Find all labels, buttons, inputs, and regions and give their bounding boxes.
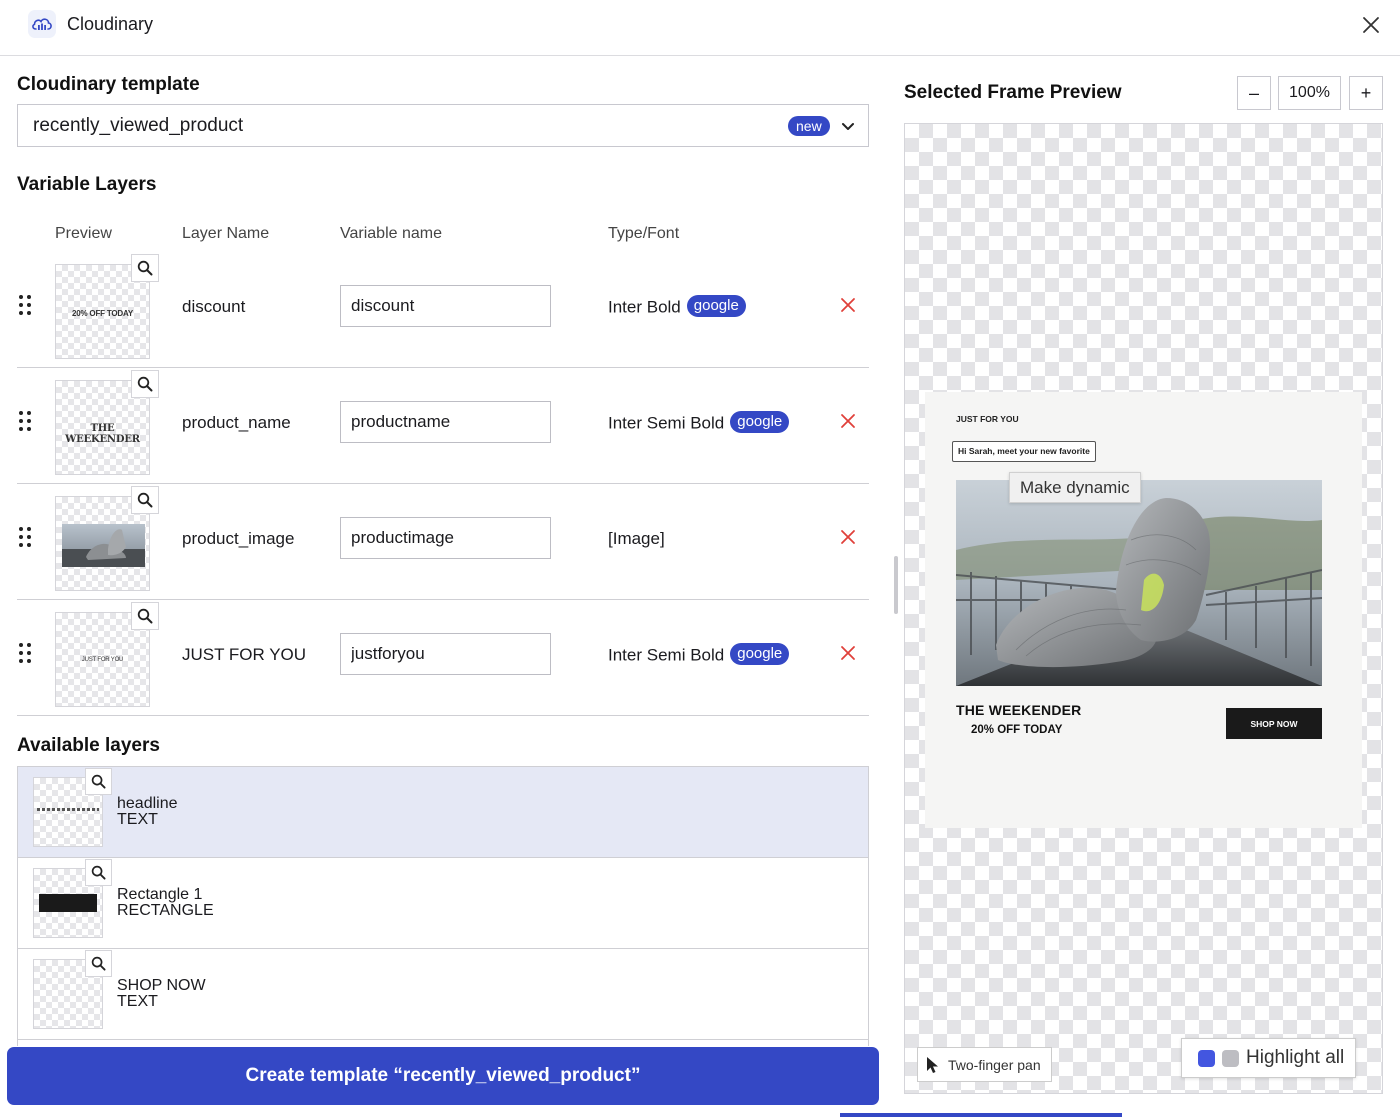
panel-resize-handle[interactable] (894, 556, 898, 614)
search-icon (137, 376, 153, 392)
close-button[interactable] (1356, 10, 1386, 40)
remove-icon[interactable] (839, 412, 857, 430)
preview-zoom-button[interactable] (131, 370, 159, 398)
zoom-out-button[interactable]: – (1237, 76, 1271, 110)
chevron-down-icon (842, 123, 854, 130)
zoom-in-button[interactable]: + (1349, 76, 1383, 110)
preview-zoom-button[interactable] (85, 768, 112, 795)
frame-product-image[interactable] (956, 480, 1322, 686)
scroll-indicator (840, 1113, 1122, 1117)
gray-swatch (1222, 1049, 1239, 1067)
zoom-level: 100% (1278, 76, 1341, 110)
layer-type: TEXT (117, 993, 158, 1010)
layer-name: discount (182, 297, 246, 316)
highlight-all-label: Highlight all (1246, 1047, 1345, 1068)
search-icon (137, 260, 153, 276)
preview-zoom-button[interactable] (131, 486, 159, 514)
variable-name-input[interactable] (340, 517, 551, 559)
create-template-button[interactable]: Create template “recently_viewed_product… (7, 1047, 879, 1105)
font-name: Inter Semi Bold (608, 645, 725, 665)
thumbnail-text-lines (37, 808, 99, 811)
variable-layer-row: 20% OFF TODAY discount Inter Boldgoogle (17, 252, 869, 368)
column-header-preview: Preview (55, 225, 112, 242)
column-header-variable-name: Variable name (340, 225, 442, 242)
preview-zoom-button[interactable] (131, 254, 159, 282)
variable-name-input[interactable] (340, 401, 551, 443)
drag-handle-icon[interactable] (17, 526, 33, 548)
frame-headline-text[interactable]: Hi Sarah, meet your new favorite (952, 441, 1096, 462)
template-config-panel: Cloudinary template recently_viewed_prod… (0, 57, 885, 1117)
thumbnail-text: 20% OFF TODAY (72, 309, 133, 318)
pan-mode-indicator[interactable]: Two-finger pan (917, 1047, 1052, 1082)
layer-name: product_name (182, 413, 291, 432)
google-badge: google (686, 295, 746, 317)
cursor-arrow-icon (927, 1056, 938, 1073)
pan-label: Two-finger pan (948, 1056, 1041, 1073)
layer-type: TEXT (117, 811, 158, 828)
font-name: Inter Semi Bold (608, 413, 725, 433)
search-icon (137, 608, 153, 624)
frame-preview: JUST FOR YOU Hi Sarah, meet your new fav… (925, 392, 1362, 828)
frame-discount-text[interactable]: 20% OFF TODAY (971, 724, 1062, 736)
make-dynamic-tooltip[interactable]: Make dynamic (1009, 472, 1141, 503)
layer-font: Inter Bold google (608, 295, 746, 319)
variable-name-input[interactable] (340, 633, 551, 675)
drag-handle-icon[interactable] (17, 294, 33, 316)
google-badge: google (730, 411, 790, 433)
font-name: Inter Bold (608, 297, 681, 317)
list-item[interactable]: SHOP NOW TEXT (18, 949, 868, 1040)
search-icon (137, 492, 153, 508)
preview-title: Selected Frame Preview (904, 82, 1122, 103)
layer-font: Inter Semi Bold google (608, 643, 790, 667)
template-select-value: recently_viewed_product (33, 115, 244, 136)
remove-icon[interactable] (839, 296, 857, 314)
highlight-all-button[interactable]: Highlight all (1181, 1038, 1356, 1078)
variable-name-input[interactable] (340, 285, 551, 327)
close-icon (1363, 17, 1379, 33)
layer-name: JUST FOR YOU (182, 645, 307, 664)
search-icon (91, 865, 106, 880)
app-title: Cloudinary (67, 14, 154, 34)
font-name: [Image] (608, 529, 665, 548)
list-item[interactable]: headline TEXT (18, 767, 868, 858)
cloudinary-cloud-icon (28, 10, 56, 38)
drag-handle-icon[interactable] (17, 410, 33, 432)
layer-font: Inter Semi Bold google (608, 411, 790, 435)
remove-icon[interactable] (839, 644, 857, 662)
column-header-type-font: Type/Font (608, 225, 680, 242)
layer-font: [Image] (608, 529, 665, 549)
layer-name: product_image (182, 529, 295, 548)
title-bar: Cloudinary (0, 0, 1400, 56)
thumbnail-text: JUST FOR YOU (81, 657, 124, 663)
layer-type: RECTANGLE (117, 902, 214, 919)
sneaker-photo (956, 480, 1322, 686)
variable-layer-row: JUST FOR YOU JUST FOR YOU Inter Semi Bol… (17, 600, 869, 716)
frame-product-name-text[interactable]: THE WEEKENDER (956, 702, 1082, 718)
column-header-layer-name: Layer Name (182, 225, 270, 242)
google-badge: google (730, 643, 790, 665)
frame-shop-now-button[interactable]: SHOP NOW (1226, 708, 1322, 739)
template-select[interactable]: recently_viewed_product new (17, 104, 869, 147)
preview-zoom-button[interactable] (85, 950, 112, 977)
list-item[interactable]: Rectangle 1 RECTANGLE (18, 858, 868, 949)
new-badge: new (788, 116, 830, 136)
remove-icon[interactable] (839, 528, 857, 546)
search-icon (91, 774, 106, 789)
variable-layer-row: product_image [Image] (17, 484, 869, 600)
available-layers-list: headline TEXT Rectangle 1 RECTANGLE SHOP… (17, 766, 869, 1046)
frame-just-for-you-text[interactable]: JUST FOR YOU (956, 414, 1019, 424)
template-heading: Cloudinary template (17, 74, 200, 95)
variable-layers-heading: Variable Layers (17, 174, 157, 195)
drag-handle-icon[interactable] (17, 642, 33, 664)
blue-swatch (1198, 1049, 1215, 1067)
thumbnail-text: THE WEEKENDER (65, 423, 140, 445)
preview-canvas[interactable]: JUST FOR YOU Hi Sarah, meet your new fav… (904, 123, 1383, 1094)
variable-layer-row: THE WEEKENDER product_name Inter Semi Bo… (17, 368, 869, 484)
preview-zoom-button[interactable] (131, 602, 159, 630)
preview-zoom-button[interactable] (85, 859, 112, 886)
rectangle-shape (39, 894, 97, 912)
search-icon (91, 956, 106, 971)
available-layers-heading: Available layers (17, 735, 160, 756)
